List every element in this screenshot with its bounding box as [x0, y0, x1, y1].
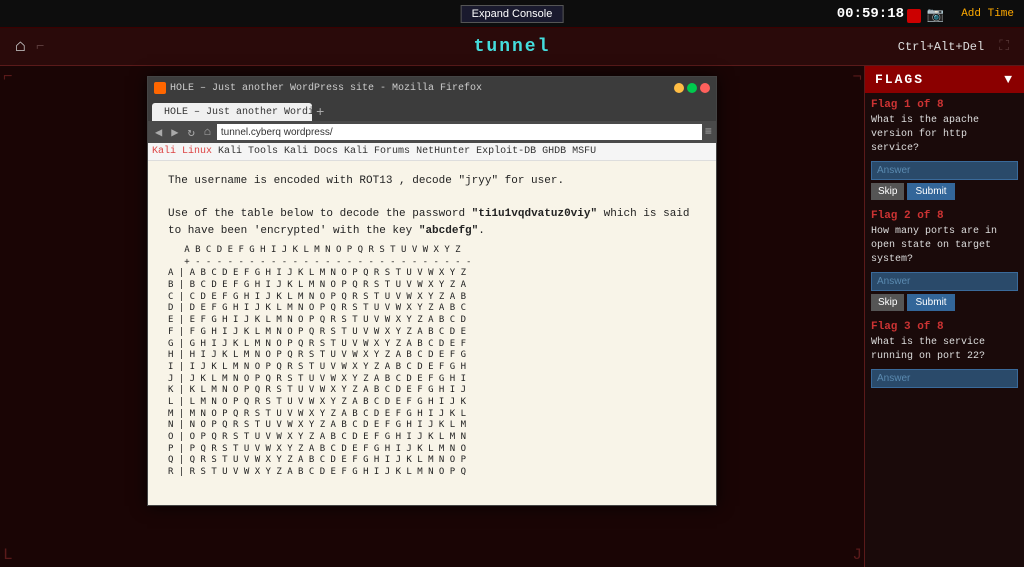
back-button[interactable]: ◀ [152, 124, 165, 141]
password-bold: "ti1u1vqdvatuz0viy" [472, 208, 597, 220]
flags-title: FLAGS [875, 72, 924, 87]
home-icon[interactable]: ⌂ [15, 37, 26, 57]
corner-br: J [852, 546, 862, 564]
flag-item-1: Flag 1 of 8 What is the apache version f… [871, 99, 1018, 200]
browser-tab-bar: HOLE – Just another Wordi... + [148, 99, 716, 121]
flag-3-question: What is the service running on port 22? [871, 336, 1018, 364]
nav-right: Ctrl+Alt+Del ⛶ [898, 39, 1009, 55]
bookmark-kali-forums[interactable]: Kali Forums [344, 146, 410, 157]
top-bar: Expand Console 00:59:18 📷 Add Time [0, 0, 1024, 28]
nav-left: ⌂ ⌐ [15, 37, 44, 57]
flag-2-answer-input[interactable] [871, 272, 1018, 291]
flag-item-2: Flag 2 of 8 How many ports are in open s… [871, 210, 1018, 311]
nav-bar: ⌂ ⌐ tunnel Ctrl+Alt+Del ⛶ [0, 28, 1024, 66]
tab-label: HOLE – Just another Wordi... [164, 107, 312, 118]
new-tab-button[interactable]: + [312, 105, 324, 121]
flag-2-question: How many ports are in open state on targ… [871, 225, 1018, 267]
flag-2-label: Flag 2 of 8 [871, 210, 1018, 222]
flag-1-question: What is the apache version for http serv… [871, 114, 1018, 156]
rec-indicator [907, 9, 921, 23]
browser-tab[interactable]: HOLE – Just another Wordi... [152, 103, 312, 121]
cipher-table: A B C D E F G H I J K L M N O P Q R S T … [168, 245, 696, 479]
expand-console-button[interactable]: Expand Console [461, 5, 564, 23]
bookmark-kali-tools[interactable]: Kali Tools [218, 146, 278, 157]
nav-title: tunnel [474, 37, 551, 57]
nav-fullscreen-icon[interactable]: ⛶ [999, 39, 1009, 55]
browser-area: ⌐ ¬ L J HOLE – Just another WordPress si… [0, 66, 864, 567]
bookmark-kali-docs[interactable]: Kali Docs [284, 146, 338, 157]
main-area: ⌐ ¬ L J HOLE – Just another WordPress si… [0, 66, 1024, 567]
flag-3-answer-input[interactable] [871, 369, 1018, 388]
ctrl-alt-del-label[interactable]: Ctrl+Alt+Del [898, 40, 984, 54]
flag-2-buttons: Skip Submit [871, 294, 1018, 311]
browser-window: HOLE – Just another WordPress site - Moz… [147, 76, 717, 506]
browser-menu-icon[interactable]: ≡ [705, 125, 712, 139]
flags-header: FLAGS ▼ [865, 66, 1024, 93]
flag-1-skip-button[interactable]: Skip [871, 183, 904, 200]
flag-2-skip-button[interactable]: Skip [871, 294, 904, 311]
corner-tr: ¬ [852, 68, 862, 86]
flag-3-label: Flag 3 of 8 [871, 321, 1018, 333]
browser-titlebar: HOLE – Just another WordPress site - Moz… [148, 77, 716, 99]
bookmark-ghdb[interactable]: GHDB [542, 146, 566, 157]
flag-1-submit-button[interactable]: Submit [907, 183, 954, 200]
flag-1-label: Flag 1 of 8 [871, 99, 1018, 111]
add-time-button[interactable]: Add Time [961, 8, 1014, 20]
nav-corner-tl-icon: ⌐ [36, 39, 44, 55]
maximize-button[interactable] [687, 83, 697, 93]
timer-display: 00:59:18 [837, 6, 904, 22]
home-browser-button[interactable]: ⌂ [201, 124, 214, 140]
content-line2: Use of the table below to decode the pas… [168, 206, 696, 239]
flags-dropdown-icon[interactable]: ▼ [1004, 72, 1014, 87]
corner-bl: L [3, 546, 13, 564]
content-line1: The username is encoded with ROT13 , dec… [168, 173, 696, 190]
flag-2-submit-button[interactable]: Submit [907, 294, 954, 311]
flag-1-answer-input[interactable] [871, 161, 1018, 180]
browser-titlebar-left: HOLE – Just another WordPress site - Moz… [154, 82, 482, 94]
close-button[interactable] [700, 83, 710, 93]
key-bold: "abcdefg" [419, 225, 478, 237]
flag-1-buttons: Skip Submit [871, 183, 1018, 200]
browser-controls [674, 83, 710, 93]
camera-icon: 📷 [927, 7, 944, 24]
browser-title: HOLE – Just another WordPress site - Moz… [170, 83, 482, 94]
browser-toolbar: ◀ ▶ ↻ ⌂ ≡ [148, 121, 716, 143]
browser-content: The username is encoded with ROT13 , dec… [148, 161, 716, 505]
reload-button[interactable]: ↻ [184, 124, 197, 141]
address-bar[interactable] [217, 124, 702, 140]
bookmark-msfu[interactable]: MSFU [572, 146, 596, 157]
forward-button[interactable]: ▶ [168, 124, 181, 141]
flag-item-3: Flag 3 of 8 What is the service running … [871, 321, 1018, 391]
flags-content: Flag 1 of 8 What is the apache version f… [865, 93, 1024, 567]
browser-favicon [154, 82, 166, 94]
flags-panel: FLAGS ▼ Flag 1 of 8 What is the apache v… [864, 66, 1024, 567]
bookmark-exploit-db[interactable]: Exploit-DB [476, 146, 536, 157]
browser-bookmarks: Kali Linux Kali Tools Kali Docs Kali For… [148, 143, 716, 161]
bookmark-nethunter[interactable]: NetHunter [416, 146, 470, 157]
bookmark-kali-linux[interactable]: Kali Linux [152, 146, 212, 157]
corner-tl: ⌐ [3, 68, 13, 86]
minimize-button[interactable] [674, 83, 684, 93]
